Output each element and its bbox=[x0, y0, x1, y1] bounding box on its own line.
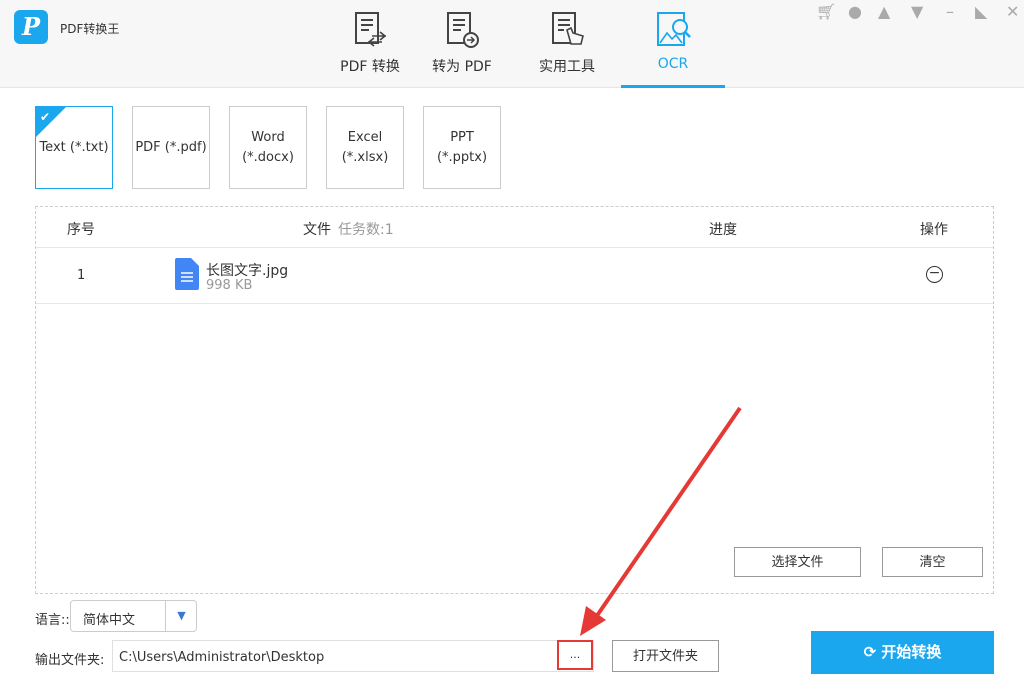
format-pdf[interactable]: PDF (*.pdf) bbox=[132, 106, 210, 189]
select-files-button[interactable]: 选择文件 bbox=[734, 547, 861, 577]
refresh-icon: ⟳ bbox=[863, 643, 877, 661]
tab-tools[interactable]: 实用工具 bbox=[515, 0, 619, 88]
table-row[interactable]: 1 长图文字.jpg 998 KB − bbox=[36, 247, 993, 304]
tab-to-pdf[interactable]: 转为 PDF bbox=[410, 0, 514, 88]
image-search-icon bbox=[657, 12, 691, 46]
user-icon[interactable]: ● bbox=[848, 2, 862, 21]
start-convert-button[interactable]: ⟳ 开始转换 bbox=[811, 631, 994, 674]
bell-icon[interactable]: ▲ bbox=[878, 2, 890, 21]
tab-pdf-convert[interactable]: PDF 转换 bbox=[318, 0, 422, 88]
file-size: 998 KB bbox=[206, 278, 253, 293]
output-path-field[interactable]: C:\Users\Administrator\Desktop bbox=[112, 640, 594, 672]
open-folder-button[interactable]: 打开文件夹 bbox=[612, 640, 719, 672]
col-action: 操作 bbox=[920, 222, 948, 238]
output-label: 输出文件夹: bbox=[35, 653, 105, 668]
col-index: 序号 bbox=[67, 222, 95, 238]
language-select[interactable]: 简体中文 ▼ bbox=[70, 600, 197, 632]
document-convert-icon bbox=[355, 12, 387, 47]
remove-icon[interactable]: − bbox=[926, 266, 943, 283]
format-xlsx[interactable]: Excel (*.xlsx) bbox=[326, 106, 404, 189]
language-label: 语言:: bbox=[35, 613, 70, 628]
col-file: 文件 bbox=[303, 222, 331, 238]
browse-button[interactable]: ... bbox=[557, 640, 593, 670]
close-icon[interactable]: ✕ bbox=[1006, 2, 1019, 21]
document-arrow-icon bbox=[447, 12, 479, 48]
chevron-down-icon[interactable]: ▼ bbox=[165, 601, 197, 631]
tab-ocr[interactable]: OCR bbox=[621, 0, 725, 88]
col-progress: 进度 bbox=[709, 222, 737, 238]
format-pptx[interactable]: PPT (*.pptx) bbox=[423, 106, 501, 189]
clear-button[interactable]: 清空 bbox=[882, 547, 983, 577]
file-table: 序号 文件 任务数:1 进度 操作 1 长图文字.jpg 998 KB − 选择… bbox=[35, 206, 994, 594]
app-logo: P bbox=[14, 10, 48, 44]
format-docx[interactable]: Word (*.docx) bbox=[229, 106, 307, 189]
format-txt[interactable]: ✔ Text (*.txt) bbox=[35, 106, 113, 189]
maximize-icon[interactable]: ◣ bbox=[975, 2, 987, 21]
hand-document-icon bbox=[552, 12, 584, 45]
cart-icon[interactable]: 🛒︎ bbox=[816, 2, 836, 21]
header: P PDF转换王 PDF 转换 转为 PDF 实用工具 OCR 🛒︎ ● ▲ ▼… bbox=[0, 0, 1024, 88]
app-title: PDF转换王 bbox=[60, 22, 120, 36]
menu-icon[interactable]: ▼ bbox=[911, 2, 923, 21]
minimize-icon[interactable]: – bbox=[946, 2, 954, 21]
task-count: 任务数:1 bbox=[338, 222, 394, 238]
document-file-icon bbox=[175, 258, 199, 290]
file-name: 长图文字.jpg bbox=[206, 263, 289, 279]
